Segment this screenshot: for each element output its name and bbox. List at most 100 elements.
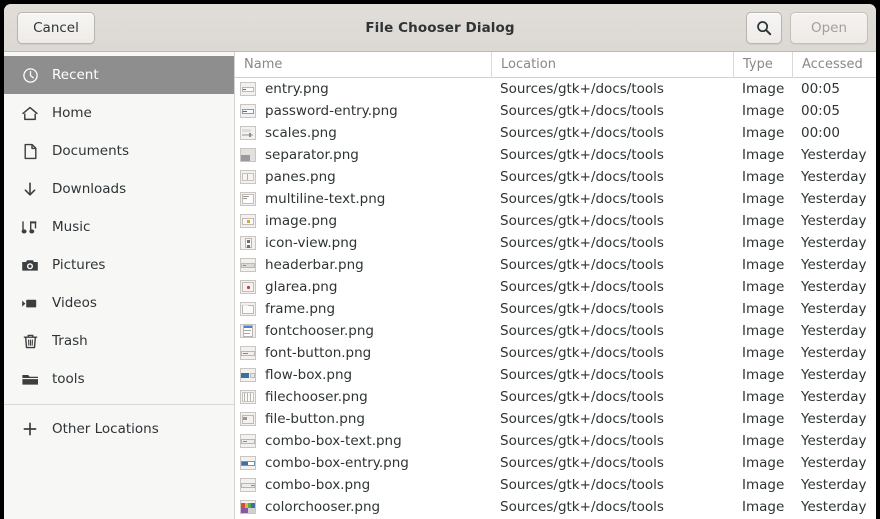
file-accessed-cell: Yesterday <box>792 323 876 339</box>
table-row[interactable]: glarea.pngSources/gtk+/docs/toolsImageYe… <box>235 276 876 298</box>
table-row[interactable]: image.pngSources/gtk+/docs/toolsImageYes… <box>235 210 876 232</box>
file-name-cell: font-button.png <box>235 345 491 361</box>
video-icon <box>20 294 40 312</box>
dialog-body: Recent Home Documents <box>4 52 876 519</box>
file-name-cell: multiline-text.png <box>235 191 491 207</box>
file-type-cell: Image <box>733 345 792 361</box>
file-thumbnail-icon <box>240 82 256 96</box>
file-location-cell: Sources/gtk+/docs/tools <box>491 367 733 383</box>
table-row[interactable]: filechooser.pngSources/gtk+/docs/toolsIm… <box>235 386 876 408</box>
file-accessed-cell: Yesterday <box>792 301 876 317</box>
trash-icon <box>20 332 40 350</box>
file-type-cell: Image <box>733 191 792 207</box>
sidebar-item-label: Other Locations <box>52 421 159 437</box>
file-name-cell: combo-box.png <box>235 477 491 493</box>
table-row[interactable]: font-button.png Sources/gtk+/docs/toolsIm… <box>235 342 876 364</box>
file-name-label: panes.png <box>265 169 336 185</box>
file-thumbnail-icon <box>240 346 256 360</box>
file-name-cell: fontchooser.png <box>235 323 491 339</box>
file-accessed-cell: Yesterday <box>792 235 876 251</box>
file-type-cell: Image <box>733 103 792 119</box>
plus-icon <box>20 420 40 438</box>
file-location-cell: Sources/gtk+/docs/tools <box>491 103 733 119</box>
table-row[interactable]: frame.pngSources/gtk+/docs/toolsImageYes… <box>235 298 876 320</box>
file-name-label: font-button.png <box>265 345 371 361</box>
file-name-label: combo-box.png <box>265 477 370 493</box>
table-row[interactable]: colorchooser.pngSources/gtk+/docs/toolsI… <box>235 496 876 518</box>
home-icon <box>20 104 40 122</box>
sidebar-item-pictures[interactable]: Pictures <box>4 246 234 284</box>
file-name-label: headerbar.png <box>265 257 364 273</box>
table-row[interactable]: headerbar.pngSources/gtk+/docs/toolsImag… <box>235 254 876 276</box>
table-row[interactable]: combo-box-text.pngSources/gtk+/docs/tool… <box>235 430 876 452</box>
search-button[interactable] <box>746 12 782 44</box>
column-header-location[interactable]: Location <box>491 52 733 78</box>
open-button[interactable]: Open <box>790 12 868 44</box>
download-icon <box>20 180 40 198</box>
table-row[interactable]: combo-box.pngSources/gtk+/docs/toolsImag… <box>235 474 876 496</box>
column-header-type[interactable]: Type <box>733 52 792 78</box>
file-type-cell: Image <box>733 257 792 273</box>
file-name-cell: filechooser.png <box>235 389 491 405</box>
file-accessed-cell: Yesterday <box>792 257 876 273</box>
table-row[interactable]: icon-view.pngSources/gtk+/docs/toolsImag… <box>235 232 876 254</box>
file-name-cell: colorchooser.png <box>235 499 491 515</box>
file-location-cell: Sources/gtk+/docs/tools <box>491 279 733 295</box>
file-name-label: glarea.png <box>265 279 337 295</box>
file-accessed-cell: Yesterday <box>792 499 876 515</box>
file-name-label: file-button.png <box>265 411 365 427</box>
file-accessed-cell: Yesterday <box>792 477 876 493</box>
file-type-cell: Image <box>733 213 792 229</box>
column-header-accessed[interactable]: Accessed <box>792 52 876 78</box>
table-row[interactable]: password-entry.pngSources/gtk+/docs/tool… <box>235 100 876 122</box>
file-location-cell: Sources/gtk+/docs/tools <box>491 345 733 361</box>
file-list[interactable]: entry.pngSources/gtk+/docs/toolsImage00:… <box>235 78 876 519</box>
table-row[interactable]: scales.pngSources/gtk+/docs/toolsImage00… <box>235 122 876 144</box>
file-thumbnail-icon <box>240 324 256 338</box>
file-accessed-cell: Yesterday <box>792 213 876 229</box>
table-row[interactable]: combo-box-entry.pngSources/gtk+/docs/too… <box>235 452 876 474</box>
table-row[interactable]: panes.pngSources/gtk+/docs/toolsImageYes… <box>235 166 876 188</box>
table-row[interactable]: separator.pngSources/gtk+/docs/toolsImag… <box>235 144 876 166</box>
sidebar-item-other-locations[interactable]: Other Locations <box>4 410 234 448</box>
table-row[interactable]: entry.pngSources/gtk+/docs/toolsImage00:… <box>235 78 876 100</box>
sidebar-item-label: Recent <box>52 67 99 83</box>
file-type-cell: Image <box>733 455 792 471</box>
file-type-cell: Image <box>733 279 792 295</box>
table-row[interactable]: multiline-text.pngSources/gtk+/docs/tool… <box>235 188 876 210</box>
file-name-cell: icon-view.png <box>235 235 491 251</box>
sidebar-item-trash[interactable]: Trash <box>4 322 234 360</box>
file-thumbnail-icon <box>240 434 256 448</box>
sidebar-item-downloads[interactable]: Downloads <box>4 170 234 208</box>
file-accessed-cell: Yesterday <box>792 389 876 405</box>
file-type-cell: Image <box>733 323 792 339</box>
sidebar-item-tools[interactable]: tools <box>4 360 234 398</box>
header-bar: Cancel File Chooser Dialog Open <box>4 4 876 52</box>
places-sidebar: Recent Home Documents <box>4 52 235 519</box>
file-accessed-cell: Yesterday <box>792 433 876 449</box>
sidebar-item-recent[interactable]: Recent <box>4 56 234 94</box>
file-name-label: multiline-text.png <box>265 191 385 207</box>
sidebar-item-music[interactable]: Music <box>4 208 234 246</box>
file-accessed-cell: Yesterday <box>792 147 876 163</box>
file-thumbnail-icon <box>240 192 256 206</box>
file-name-cell: scales.png <box>235 125 491 141</box>
sidebar-item-home[interactable]: Home <box>4 94 234 132</box>
table-row[interactable]: file-button.pngSources/gtk+/docs/toolsIm… <box>235 408 876 430</box>
file-type-cell: Image <box>733 367 792 383</box>
column-header-name[interactable]: Name <box>235 52 491 78</box>
file-location-cell: Sources/gtk+/docs/tools <box>491 301 733 317</box>
file-thumbnail-icon <box>240 126 256 140</box>
file-name-label: combo-box-text.png <box>265 433 402 449</box>
music-icon <box>20 218 40 236</box>
file-name-cell: combo-box-entry.png <box>235 455 491 471</box>
sidebar-item-videos[interactable]: Videos <box>4 284 234 322</box>
header-actions: Open <box>746 12 868 44</box>
cancel-button[interactable]: Cancel <box>17 12 95 44</box>
table-row[interactable]: fontchooser.pngSources/gtk+/docs/toolsIm… <box>235 320 876 342</box>
file-name-label: frame.png <box>265 301 335 317</box>
file-thumbnail-icon <box>240 148 256 162</box>
file-location-cell: Sources/gtk+/docs/tools <box>491 81 733 97</box>
sidebar-item-documents[interactable]: Documents <box>4 132 234 170</box>
table-row[interactable]: flow-box.pngSources/gtk+/docs/toolsImage… <box>235 364 876 386</box>
